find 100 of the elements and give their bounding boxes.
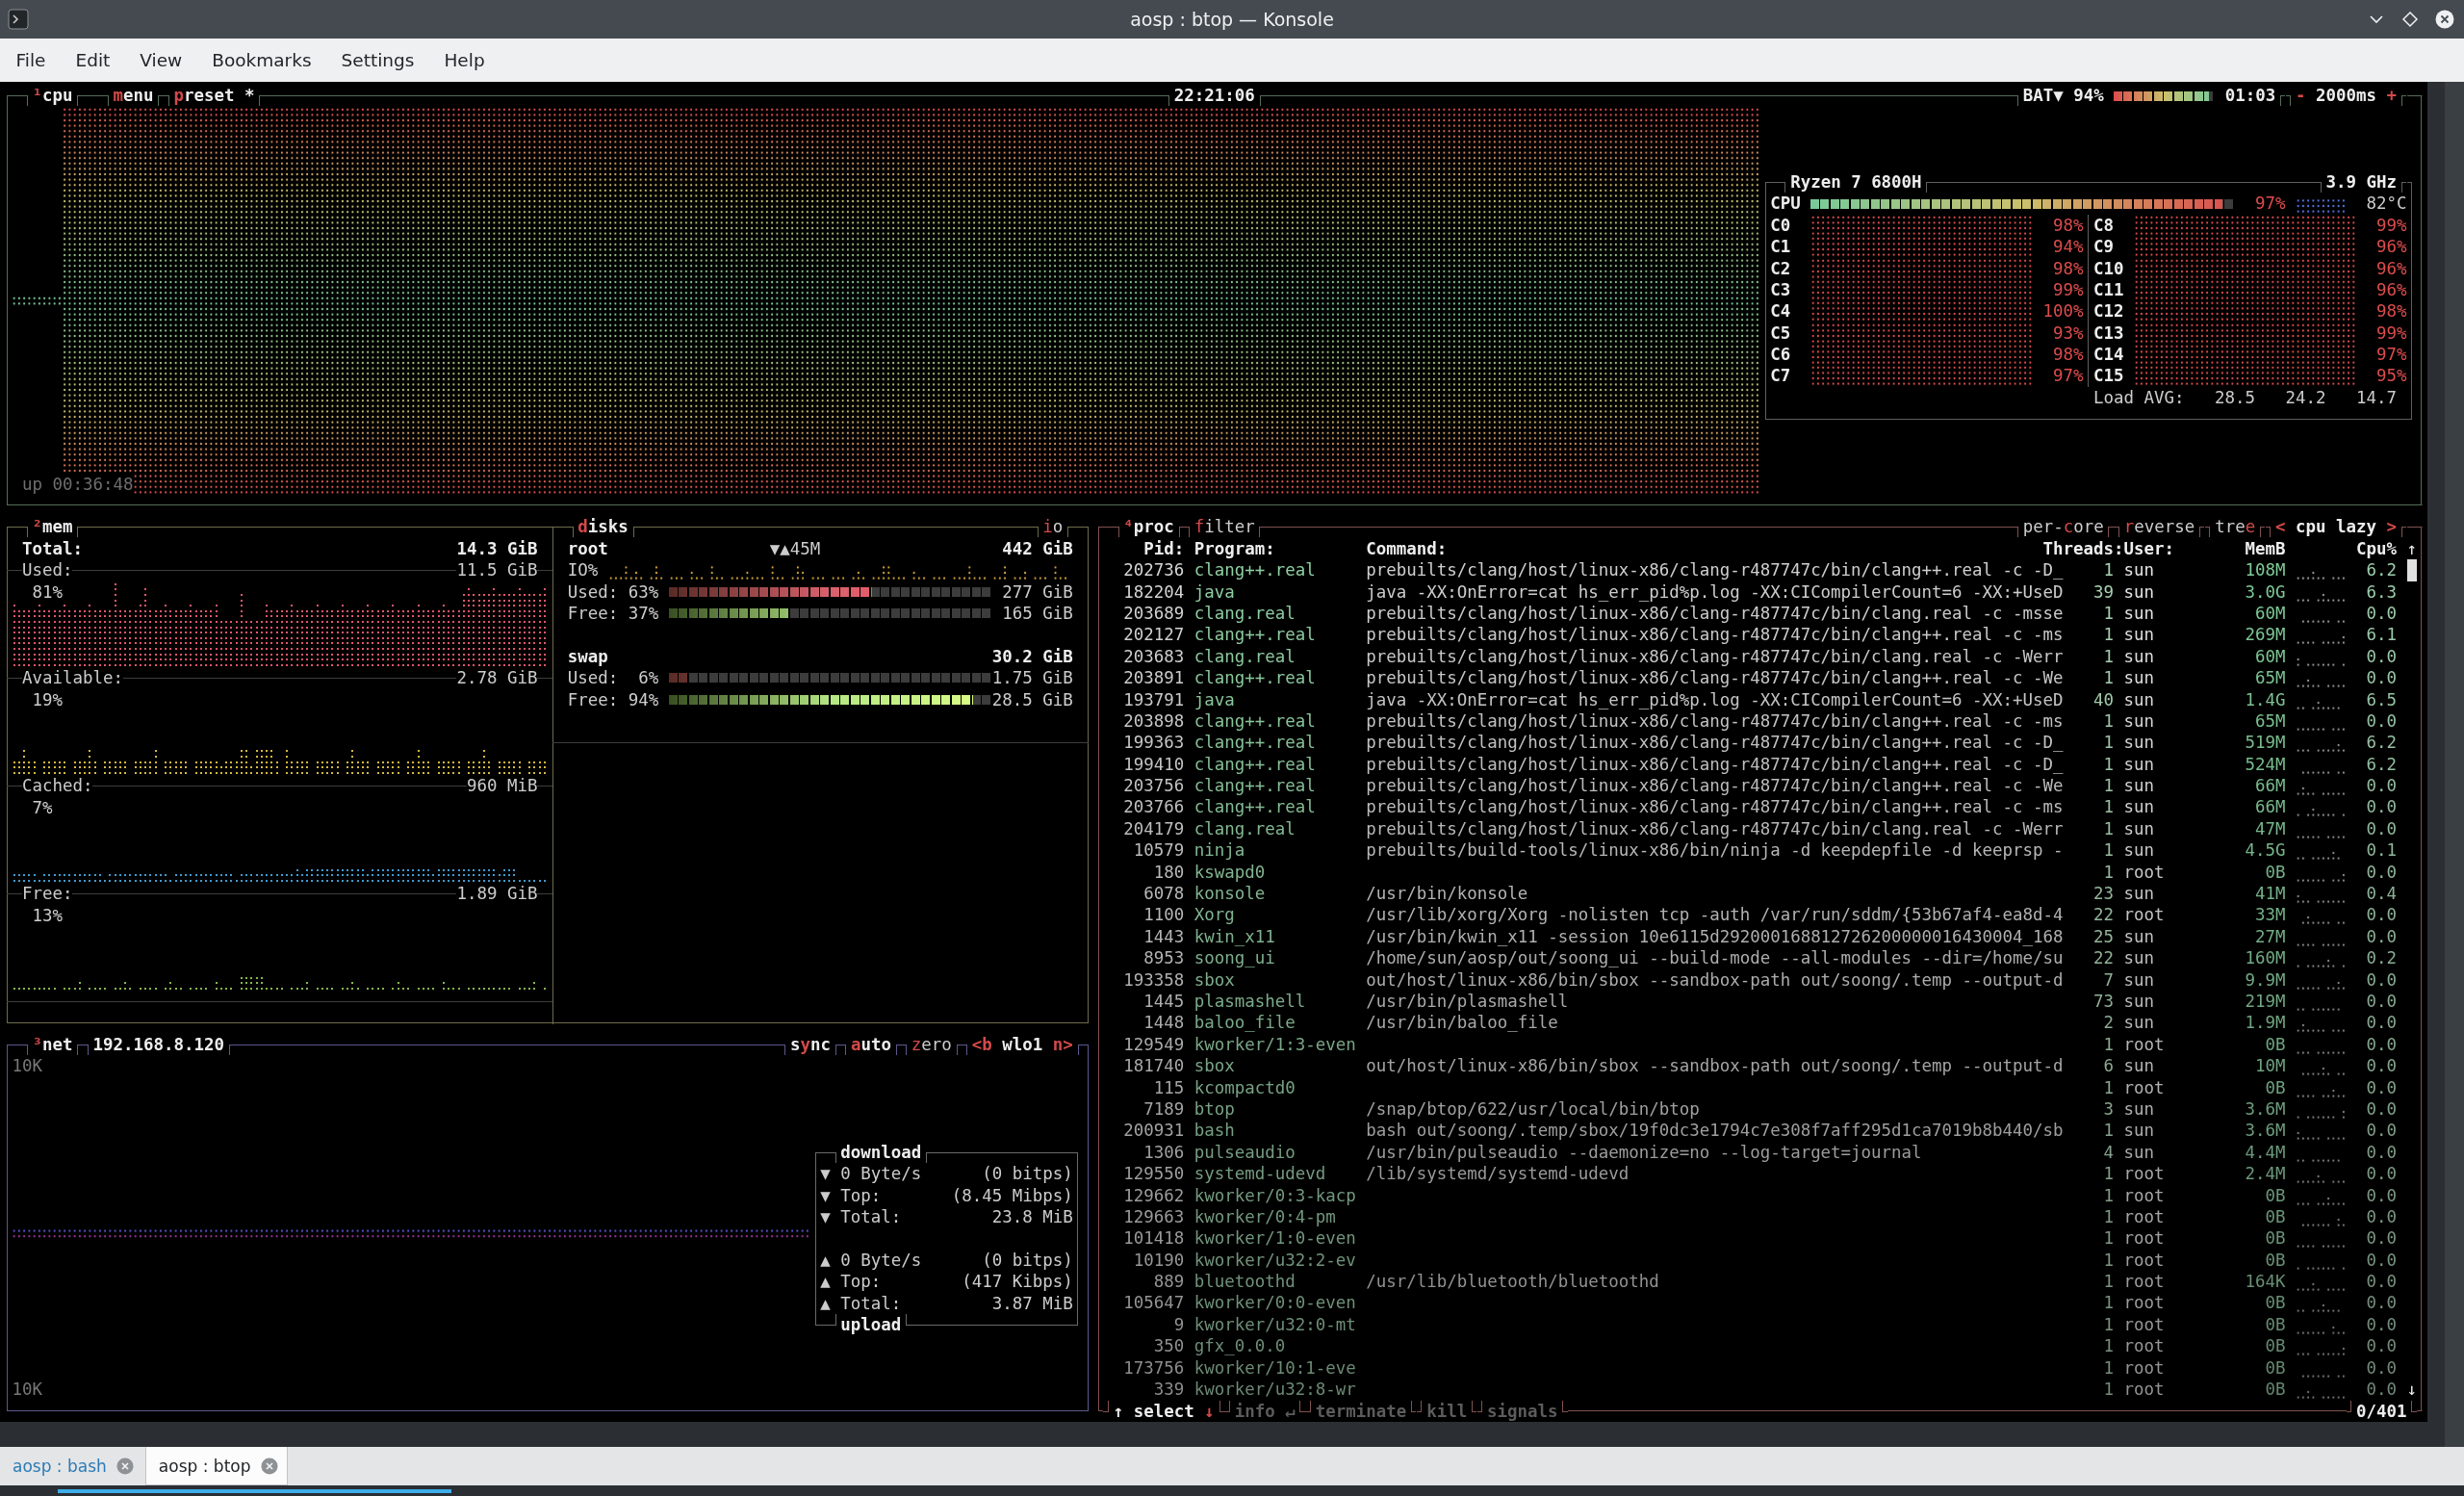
process-row[interactable]: 105647 kworker/0:0-even 1 root 0B 0.0 — [1103, 1292, 2407, 1314]
thread-count: 1 — [2103, 1356, 2115, 1380]
process-row[interactable]: 7189 btop /snap/btop/622/usr/local/bin/btop 3 sun 3.6M 0.0 — [1103, 1097, 2407, 1121]
memory-usage: 27M — [2255, 925, 2286, 948]
process-row[interactable]: 180 kswapd0 1 root 0B 0.0 — [1103, 861, 2407, 884]
process-row[interactable]: 200931 bash bash out/soong/.temp/sbox/19f0dc3e1794c7e308f7aff295d1ca7019b8b440/sb 1 sun 3.6M 0.0 — [1103, 1120, 2407, 1142]
process-row[interactable]: 6078 konsole /usr/bin/konsole 23 sun 41M 0.4 — [1103, 883, 2407, 905]
scroll-thumb[interactable] — [2406, 559, 2418, 581]
cpu-label: CPU — [1770, 193, 1801, 215]
header-button[interactable]: sync — [789, 1034, 831, 1056]
process-row[interactable]: 1445 plasmashell /usr/bin/plasmashell 73 sun 219M 0.0 — [1103, 991, 2407, 1013]
menu-item[interactable]: Help — [428, 45, 500, 75]
cpu-history-graph — [2296, 1049, 2347, 1056]
process-row[interactable]: 203766 clang++.real prebuilts/clang/host/linux-x86/clang-r487747c/bin/clang++.real -c -ms 1 sun 66M 0.0 — [1103, 796, 2407, 818]
header-button[interactable]: <b wlo1 n> — [971, 1034, 1073, 1056]
window-title: aosp : btop — Konsole — [1130, 9, 1334, 30]
program-name: sbox — [1194, 968, 1236, 991]
process-row[interactable]: 202736 clang++.real prebuilts/clang/host/linux-x86/clang-r487747c/bin/clang++.real -c -D_ 1 sun 108M 6.2 — [1103, 559, 2407, 581]
cpu-history-graph — [2296, 1022, 2347, 1034]
menu-item[interactable]: View — [124, 45, 197, 75]
header-button[interactable]: - 2000ms + — [2296, 85, 2398, 107]
process-row[interactable]: 10190 kworker/u32:2-ev 1 root 0B 0.0 — [1103, 1249, 2407, 1272]
process-row[interactable]: 203756 clang++.real prebuilts/clang/host/linux-x86/clang-r487747c/bin/clang++.real -c -We 1 sun 66M 0.0 — [1103, 775, 2407, 797]
menu-item[interactable]: Edit — [60, 45, 125, 75]
cpu-usage: 0.0 — [2366, 709, 2397, 733]
process-row[interactable]: 204179 clang.real prebuilts/clang/host/linux-x86/clang-r487747c/bin/clang.real -c -Werr 1 sun 47M 0.0 — [1103, 817, 2407, 840]
cpu-history-graph — [2296, 807, 2347, 818]
process-row[interactable]: 129550 systemd-udevd /lib/systemd/systemd-udevd 1 root 2.4M 0.0 — [1103, 1163, 2407, 1185]
process-row[interactable]: 101418 kworker/1:0-even 1 root 0B 0.0 — [1103, 1227, 2407, 1250]
user-name: sun — [2123, 1012, 2156, 1034]
process-row[interactable]: 889 bluetoothd /usr/lib/bluetooth/bluetoothd 1 root 164K 0.0 — [1103, 1271, 2407, 1293]
menu-item[interactable]: Bookmarks — [196, 45, 327, 75]
process-row[interactable]: 199410 clang++.real prebuilts/clang/host/linux-x86/clang-r487747c/bin/clang++.real -c -D_ 1 sun 524M 6.2 — [1103, 753, 2407, 776]
process-row[interactable]: 129663 kworker/0:4-pm 1 root 0B 0.0 — [1103, 1205, 2407, 1228]
action-button[interactable]: ↑ select ↓ — [1113, 1400, 1215, 1423]
scrollbar-track[interactable] — [2445, 82, 2464, 1447]
thread-count: 1 — [2103, 1249, 2115, 1272]
process-row[interactable]: 203898 clang++.real prebuilts/clang/host/linux-x86/clang-r487747c/bin/clang++.real -c -ms 1 sun 65M 0.0 — [1103, 709, 2407, 733]
program-name: btop — [1194, 1097, 1236, 1121]
header-button[interactable]: menu — [113, 85, 154, 107]
maximize-icon[interactable] — [2401, 11, 2419, 28]
process-row[interactable]: 203891 clang++.real prebuilts/clang/host/linux-x86/clang-r487747c/bin/clang++.real -c -We 1 sun 65M 0.0 — [1103, 667, 2407, 689]
header-button[interactable]: < cpu lazy > — [2275, 516, 2398, 538]
command-line: /usr/bin/kwin_x11 -session 10e6115d292000168812726200000016430004_168 — [1366, 925, 2064, 948]
thread-count: 1 — [2103, 817, 2115, 840]
process-row[interactable]: 350 gfx_0.0.0 1 root 0B 0.0 — [1103, 1335, 2407, 1357]
process-row[interactable]: 182204 java java -XX:OnError=cat hs_err_pid%p.log -XX:CICompilerCount=6 -XX:+UseD 39 sun 3.0G 6.3 — [1103, 580, 2407, 603]
menu-item[interactable]: Settings — [326, 45, 429, 75]
header-button[interactable]: reverse — [2123, 516, 2195, 538]
process-row[interactable]: 9 kworker/u32:0-mt 1 root 0B 0.0 — [1103, 1313, 2407, 1336]
process-row[interactable]: 1306 pulseaudio /usr/bin/pulseaudio --daemonize=no --log-target=journal 4 sun 4.4M 0.0 — [1103, 1141, 2407, 1164]
header-button[interactable]: auto — [850, 1034, 891, 1056]
tab[interactable]: aosp : bash — [0, 1447, 142, 1485]
close-icon[interactable] — [2435, 10, 2454, 29]
core-label: C10 — [2093, 257, 2125, 279]
header-button[interactable]: preset * — [173, 85, 255, 107]
process-row[interactable]: 339 kworker/u32:8-wr 1 root 0B 0.0 — [1103, 1379, 2407, 1401]
scroll-up-arrow[interactable]: ↑ — [2406, 537, 2418, 560]
process-row[interactable]: 10579 ninja prebuilts/build-tools/linux-x86/bin/ninja -d keepdepfile -d keeprsp - 1 sun 4.5G 0.1 — [1103, 839, 2407, 862]
process-row[interactable]: 173756 kworker/10:1-eve 1 root 0B 0.0 — [1103, 1356, 2407, 1379]
user-name: sun — [2123, 709, 2156, 733]
rate-label: 0 Byte/s — [840, 1249, 923, 1272]
memory-usage: 65M — [2255, 709, 2286, 733]
process-row[interactable]: 8953 soong_ui /home/sun/aosp/out/soong_ui --build-mode --all-modules --dir=/home/su 22 sun 160M 0.2 — [1103, 947, 2407, 969]
header-button[interactable]: io — [1042, 516, 1064, 538]
process-row[interactable]: 181740 sbox out/host/linux-x86/bin/sbox --sandbox-path out/soong/.temp --output-d 6 sun 10M 0.0 — [1103, 1055, 2407, 1077]
process-row[interactable]: 203689 clang.real prebuilts/clang/host/linux-x86/clang-r487747c/bin/clang.real -c -msse 1 sun 60M 0.0 — [1103, 602, 2407, 625]
command-line: /home/sun/aosp/out/soong_ui --build-mode --all-modules --dir=/home/su — [1366, 947, 2064, 969]
memory-usage: 2.4M — [2245, 1163, 2286, 1185]
command-line: out/host/linux-x86/bin/sbox --sandbox-path out/soong/.temp --output-d — [1366, 1055, 2064, 1077]
menu-item[interactable]: File — [1, 45, 61, 75]
header-button[interactable]: filter — [1194, 516, 1255, 538]
process-row[interactable]: 193791 java java -XX:OnError=cat hs_err_pid%p.log -XX:CICompilerCount=6 -XX:+UseD 40 sun 1.4G 6.5 — [1103, 688, 2407, 710]
cpu-history-graph — [2296, 699, 2342, 710]
process-id: 889 — [1153, 1271, 1185, 1293]
core-percent: 96% — [2376, 257, 2407, 279]
scroll-down-arrow[interactable]: ↓ — [2406, 1379, 2418, 1401]
disk-percent: 37% — [628, 602, 659, 625]
close-tab-icon[interactable] — [116, 1457, 134, 1475]
process-row[interactable]: 115 kcompactd0 1 root 0B 0.0 — [1103, 1076, 2407, 1098]
command-line: /usr/bin/pulseaudio --daemonize=no --log-target=journal — [1366, 1141, 1923, 1164]
process-row[interactable]: 129662 kworker/0:3-kacp 1 root 0B 0.0 — [1103, 1184, 2407, 1206]
process-row[interactable]: 1448 baloo_file /usr/bin/baloo_file 2 sun 1.9M 0.0 — [1103, 1012, 2407, 1034]
process-row[interactable]: 1443 kwin_x11 /usr/bin/kwin_x11 -session 10e6115d292000168812726200000016430004_168 25 sun 27M 0.0 — [1103, 925, 2407, 948]
close-tab-icon[interactable] — [260, 1457, 278, 1475]
process-row[interactable]: 1100 Xorg /usr/lib/xorg/Xorg -nolisten tcp -auth /var/run/sddm/{53b67af4-ea8d-4 22 root 33M 0.0 — [1103, 904, 2407, 926]
tab[interactable]: aosp : btop — [144, 1447, 288, 1485]
process-row[interactable]: 202127 clang++.real prebuilts/clang/host/linux-x86/clang-r487747c/bin/clang++.real -c -ms 1 sun 269M 6.1 — [1103, 624, 2407, 646]
cpu-usage: 0.0 — [2366, 796, 2397, 818]
process-row[interactable]: 203683 clang.real prebuilts/clang/host/linux-x86/clang-r487747c/bin/clang.real -c -Werr 1 sun 60M 0.0 — [1103, 645, 2407, 668]
header-button[interactable]: tree — [2215, 516, 2256, 538]
process-row[interactable]: 193358 sbox out/host/linux-x86/bin/sbox --sandbox-path out/soong/.temp --output-d 7 sun 9.9M 0.0 — [1103, 968, 2407, 991]
process-row[interactable]: 199363 clang++.real prebuilts/clang/host/linux-x86/clang-r487747c/bin/clang++.real -c -D_ 1 sun 519M 6.2 — [1103, 732, 2407, 754]
header-button[interactable]: per-core — [2022, 516, 2104, 538]
process-row[interactable]: 129549 kworker/1:3-even 1 root 0B 0.0 — [1103, 1033, 2407, 1056]
terminal-icon[interactable] — [8, 9, 29, 30]
program-name: java — [1194, 688, 1236, 710]
thread-count: 1 — [2103, 732, 2115, 754]
command-line: /usr/lib/bluetooth/bluetoothd — [1366, 1271, 1660, 1293]
header-button[interactable]: zero — [911, 1034, 952, 1056]
